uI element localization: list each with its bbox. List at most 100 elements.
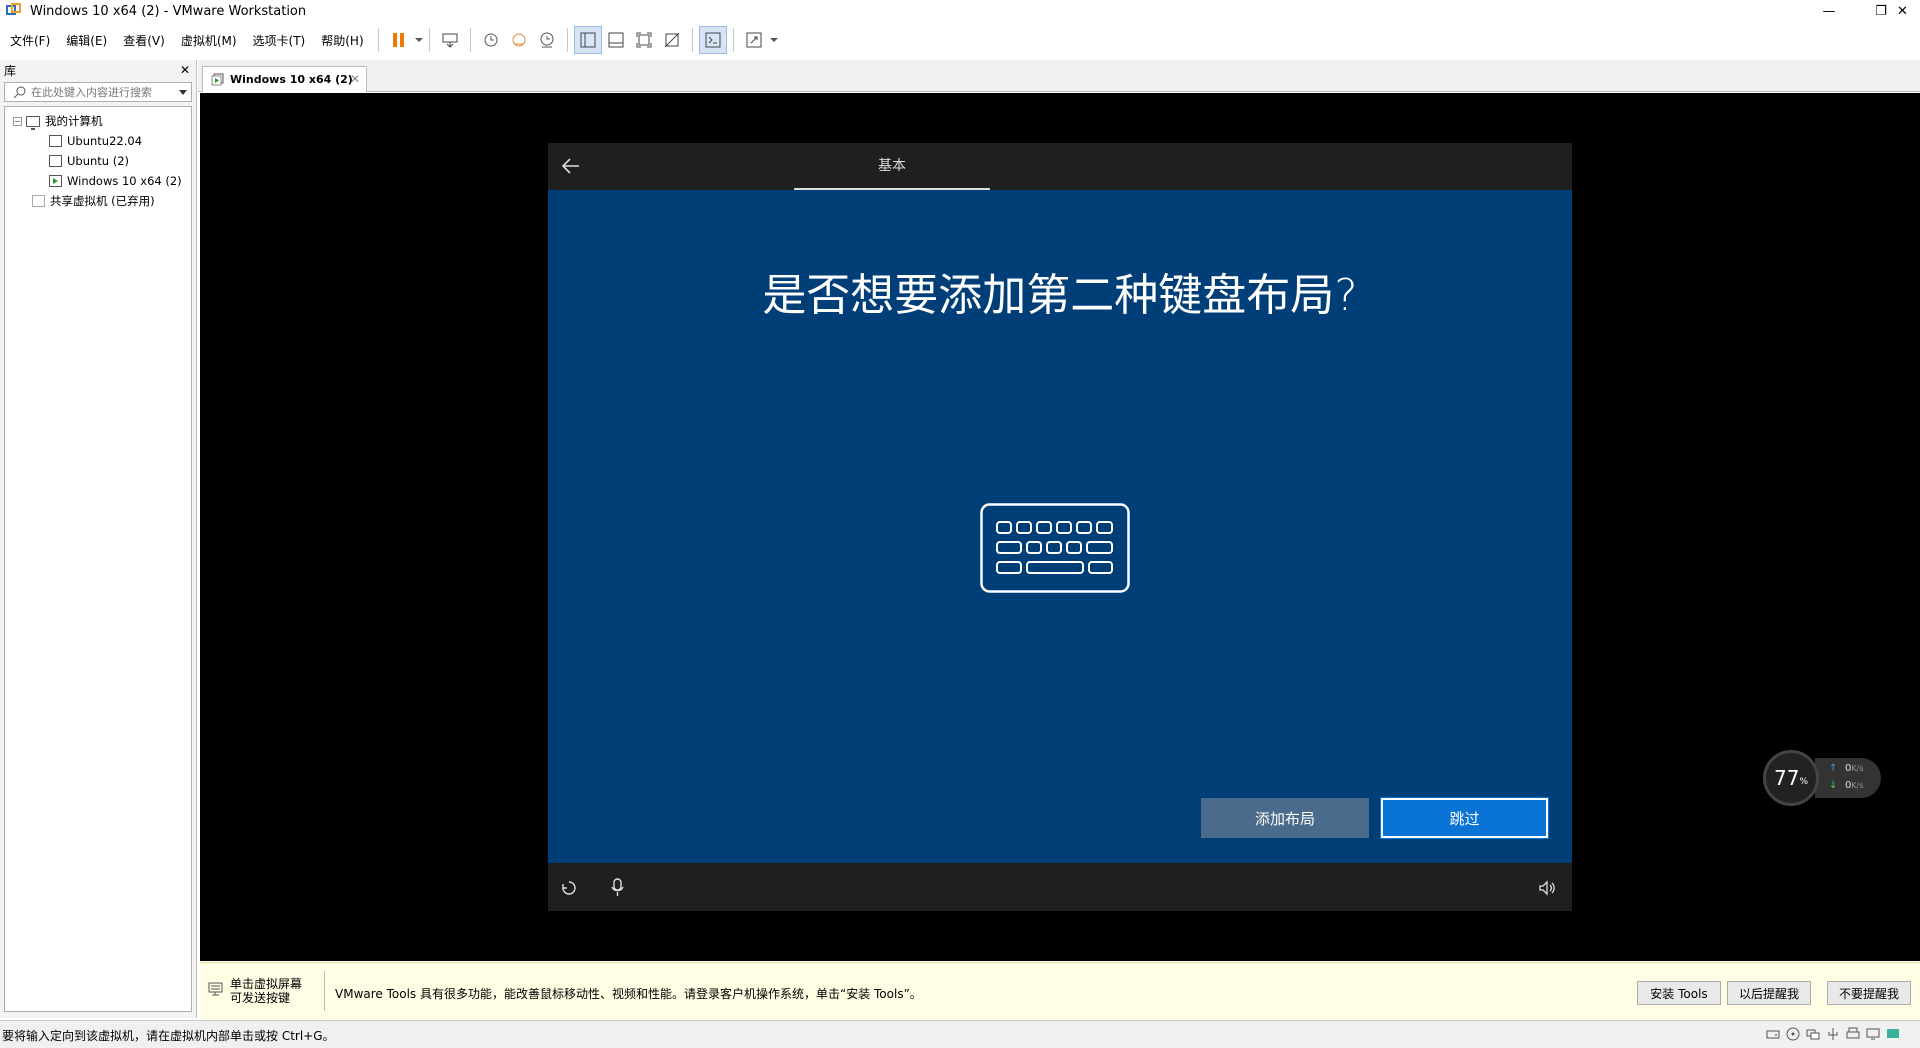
console-icon [705, 32, 721, 48]
menu-view[interactable]: 查看(V) [115, 32, 173, 49]
vm-icon [47, 135, 62, 150]
stretch-dropdown-icon[interactable] [769, 38, 778, 42]
display-icon[interactable] [1866, 1027, 1880, 1041]
hard-disk-icon[interactable] [1766, 1027, 1780, 1041]
oobe-bottom-bar [548, 863, 1572, 911]
collapse-icon[interactable]: − [13, 116, 22, 126]
tree-item-label: Windows 10 x64 (2) [67, 174, 182, 188]
tree-item-label: Ubuntu22.04 [67, 134, 143, 148]
tab-strip: Windows 10 x64 (2) ✕ [198, 60, 1920, 92]
tree-item-shared-vms[interactable]: 共享虚拟机 (已弃用) [5, 191, 191, 211]
volume-icon[interactable] [1538, 879, 1556, 897]
add-layout-button[interactable]: 添加布局 [1201, 798, 1369, 838]
close-tab-icon[interactable]: ✕ [350, 72, 360, 86]
percent-unit: % [1799, 777, 1808, 787]
menu-bar: 文件(F) 编辑(E) 查看(V) 虚拟机(M) 选项卡(T) 帮助(H) [0, 24, 1920, 56]
usb-icon[interactable] [1826, 1027, 1840, 1041]
minimize-button[interactable]: — [1813, 0, 1845, 22]
upload-unit: K/s [1851, 764, 1864, 773]
network-adapter-icon[interactable] [1806, 1027, 1820, 1041]
hint-line-1: 单击虚拟屏幕 [230, 977, 303, 991]
oobe-heading: 是否想要添加第二种键盘布局? [762, 270, 1358, 321]
toolbar-separator [691, 28, 693, 52]
unity-button[interactable] [658, 26, 686, 54]
search-dropdown-icon[interactable] [179, 89, 187, 95]
console-view-button[interactable] [698, 26, 727, 54]
thumbnail-bar-icon [608, 32, 624, 48]
download-unit: K/s [1851, 781, 1864, 790]
toolbar-separator [428, 28, 430, 52]
unity-icon [664, 32, 679, 48]
oobe-top-bar: 基本 [548, 143, 1572, 190]
snapshot-manager-icon [540, 32, 554, 48]
message-log-icon[interactable] [1886, 1027, 1900, 1041]
stretch-button[interactable] [740, 26, 768, 54]
menu-file[interactable]: 文件(F) [0, 32, 58, 49]
tab-vm[interactable]: Windows 10 x64 (2) ✕ [202, 66, 367, 92]
tree-item-my-computer[interactable]: − 我的计算机 [5, 111, 191, 131]
menu-tabs[interactable]: 选项卡(T) [245, 32, 314, 49]
printer-icon[interactable] [1846, 1027, 1860, 1041]
click-screen-hint: 单击虚拟屏幕 可发送按键 [230, 977, 302, 1005]
tree-item-vm[interactable]: Ubuntu (2) [5, 151, 191, 171]
search-icon [13, 86, 26, 99]
toolbar-separator [732, 28, 734, 52]
oobe-window[interactable]: 基本 是否想要添加第二种键盘布局? 添加布局 跳过 [548, 143, 1572, 911]
skip-button[interactable]: 跳过 [1380, 797, 1549, 839]
status-text: 要将输入定向到该虚拟机，请在虚拟机内部单击或按 Ctrl+G。 [2, 1029, 335, 1043]
close-library-icon[interactable]: ✕ [180, 63, 190, 77]
library-panel: 库 ✕ 在此处键入内容进行搜索 − 我的计算机 Ubuntu22.04 Ubun… [0, 60, 197, 1018]
window-title: Windows 10 x64 (2) - VMware Workstation [30, 3, 307, 19]
show-library-button[interactable] [573, 26, 602, 54]
vmware-tools-infobar: 单击虚拟屏幕 可发送按键 VMware Tools 具有很多功能，能改善鼠标移动… [200, 962, 1920, 1020]
memory-percent: 77 [1773, 766, 1800, 790]
tree-item-vm-running[interactable]: Windows 10 x64 (2) [5, 171, 191, 191]
tree-item-label: 共享虚拟机 (已弃用) [50, 194, 155, 208]
toolbar-separator [566, 28, 568, 52]
library-header: 库 ✕ [0, 60, 196, 80]
oobe-section-title: 基本 [794, 143, 990, 190]
keyboard-hint-icon [208, 982, 223, 996]
microphone-icon[interactable] [610, 878, 626, 898]
title-bar: Windows 10 x64 (2) - VMware Workstation … [0, 0, 1920, 22]
memory-gauge: 77% [1763, 750, 1819, 806]
menu-edit[interactable]: 编辑(E) [58, 32, 115, 49]
stretch-icon [746, 32, 762, 48]
thumbnail-bar-button[interactable] [602, 26, 630, 54]
remind-later-button[interactable]: 以后提醒我 [1727, 981, 1811, 1005]
search-input[interactable]: 在此处键入内容进行搜索 [31, 84, 179, 100]
ease-of-access-icon[interactable] [560, 879, 578, 897]
library-tree: − 我的计算机 Ubuntu22.04 Ubuntu (2) Windows 1… [4, 106, 192, 1012]
snapshot-button[interactable] [477, 26, 505, 54]
tree-item-label: 我的计算机 [45, 114, 103, 128]
network-speed-widget[interactable]: ↑ 0K/s ↓ 0K/s 77% [1763, 750, 1883, 806]
full-screen-button[interactable] [630, 26, 658, 54]
hint-line-2: 可发送按键 [230, 991, 291, 1005]
snapshot-manager-button[interactable] [533, 26, 561, 54]
never-remind-button[interactable]: 不要提醒我 [1827, 981, 1911, 1005]
snapshot-clock-icon [484, 33, 498, 47]
tree-item-label: Ubuntu (2) [67, 154, 130, 168]
library-search[interactable]: 在此处键入内容进行搜索 [4, 82, 192, 102]
shared-vm-icon [30, 195, 45, 210]
vm-running-icon [211, 73, 224, 86]
toolbar-separator [469, 28, 471, 52]
pause-button[interactable] [385, 26, 413, 54]
tree-item-vm[interactable]: Ubuntu22.04 [5, 131, 191, 151]
revert-snapshot-button[interactable] [505, 26, 533, 54]
menu-vm[interactable]: 虚拟机(M) [173, 32, 245, 49]
send-ctrl-alt-del-button[interactable] [436, 26, 464, 54]
infobar-divider [324, 971, 325, 1011]
library-panel-icon [580, 32, 596, 48]
menu-help[interactable]: 帮助(H) [313, 32, 371, 49]
install-tools-button[interactable]: 安装 Tools [1637, 981, 1721, 1005]
cd-dvd-icon[interactable] [1786, 1027, 1800, 1041]
back-arrow-icon[interactable] [560, 155, 582, 177]
revert-snapshot-icon [512, 33, 526, 47]
keyboard-icon [980, 503, 1130, 593]
computer-icon [26, 115, 40, 130]
network-rates: ↑ 0K/s ↓ 0K/s [1815, 758, 1881, 798]
close-window-button[interactable]: ✕ [1885, 0, 1920, 22]
upload-arrow-icon: ↑ [1829, 763, 1838, 774]
pause-dropdown-icon[interactable] [414, 38, 423, 42]
